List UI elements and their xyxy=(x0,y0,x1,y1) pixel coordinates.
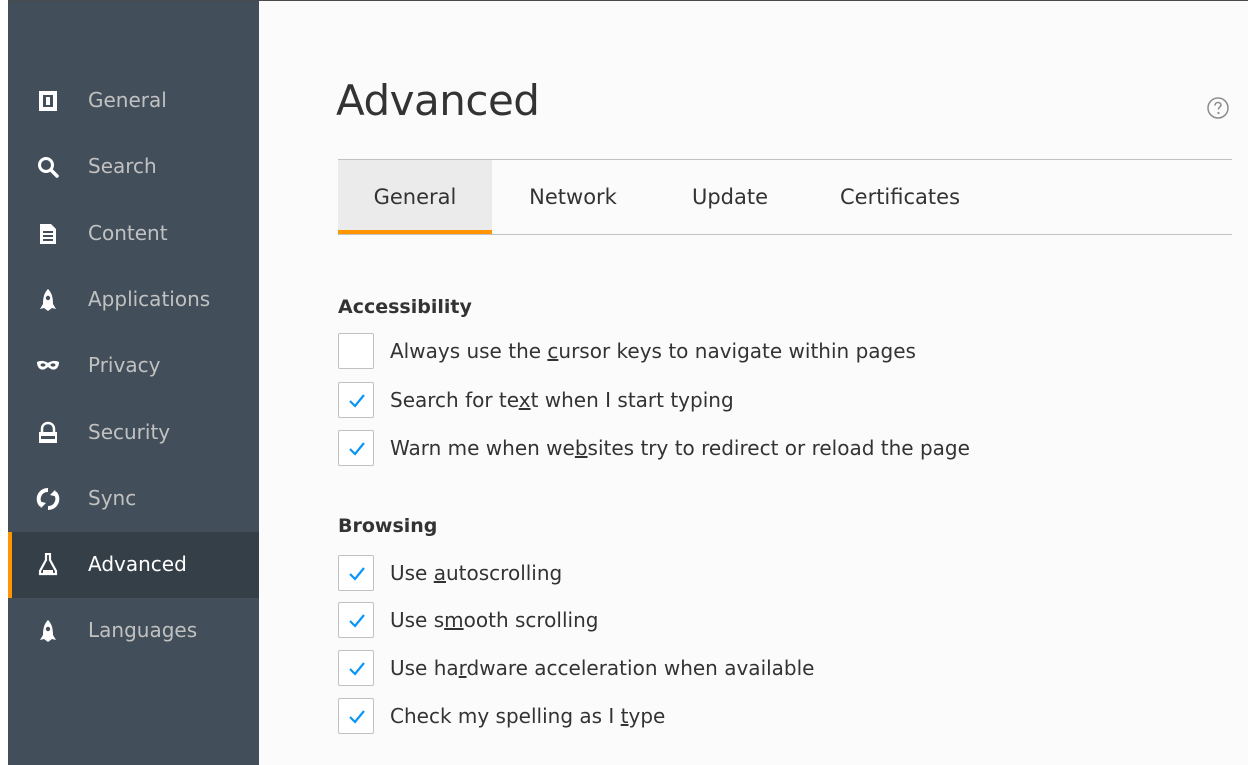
sidebar-item-label: Languages xyxy=(88,618,198,642)
checkbox-spell-check[interactable] xyxy=(338,698,374,734)
section-heading-browsing: Browsing xyxy=(338,515,438,537)
tab-label: Certificates xyxy=(839,185,961,209)
languages-icon xyxy=(40,620,56,642)
access-key: b xyxy=(574,436,588,460)
option-label-warn-redirect[interactable]: Warn me when websites try to redirect or… xyxy=(390,430,970,466)
checkmark-icon xyxy=(349,442,365,456)
sidebar-item-advanced[interactable]: Advanced xyxy=(8,532,259,598)
security-icon xyxy=(39,421,57,443)
option-label-hardware-acceleration[interactable]: Use hardware acceleration when available xyxy=(390,650,815,686)
label-text: Search for te xyxy=(390,388,519,412)
sidebar: General Search Content Applications Priv… xyxy=(8,1,259,765)
access-key: x xyxy=(518,388,531,412)
option-label-smooth-scrolling[interactable]: Use smooth scrolling xyxy=(390,602,598,638)
label-text: utoscrolling xyxy=(446,561,563,585)
label-text: Use xyxy=(390,561,434,585)
access-key: a xyxy=(433,561,446,585)
sidebar-item-label: Applications xyxy=(88,287,211,311)
label-text: dware acceleration when available xyxy=(466,656,815,680)
option-label-search-typing[interactable]: Search for text when I start typing xyxy=(390,382,734,418)
access-key: t xyxy=(620,704,629,728)
label-text: Check my spelling as I xyxy=(390,704,621,728)
advanced-icon xyxy=(38,553,58,576)
content-icon xyxy=(40,224,56,244)
sidebar-item-privacy[interactable]: Privacy xyxy=(8,333,259,399)
tab-certificates[interactable]: Certificates xyxy=(822,160,978,234)
checkbox-hardware-acceleration[interactable] xyxy=(338,650,374,686)
search-icon xyxy=(38,157,59,178)
sidebar-item-label: Sync xyxy=(88,486,137,510)
access-key: m xyxy=(444,608,464,632)
label-text: ype xyxy=(628,704,666,728)
tab-update[interactable]: Update xyxy=(672,160,788,234)
tab-label: General xyxy=(373,185,457,209)
sidebar-item-label: Advanced xyxy=(88,552,187,576)
checkmark-icon xyxy=(349,614,365,628)
label-text: ooth scrolling xyxy=(463,608,599,632)
access-key: c xyxy=(547,339,559,363)
sidebar-item-label: Search xyxy=(88,154,157,178)
checkbox-cursor-keys[interactable] xyxy=(338,333,374,369)
checkbox-autoscrolling[interactable] xyxy=(338,555,374,591)
tab-network[interactable]: Network xyxy=(510,160,636,234)
sidebar-item-label: Security xyxy=(88,420,171,444)
checkbox-smooth-scrolling[interactable] xyxy=(338,602,374,638)
option-label-spell-check[interactable]: Check my spelling as I type xyxy=(390,698,665,734)
page-title: Advanced xyxy=(336,76,540,125)
checkmark-icon xyxy=(349,394,365,408)
label-text: t when I start typing xyxy=(530,388,734,412)
help-icon[interactable] xyxy=(1206,96,1230,120)
checkmark-icon xyxy=(349,662,365,676)
label-text: ursor keys to navigate within pages xyxy=(558,339,916,363)
option-label-cursor-keys[interactable]: Always use the cursor keys to navigate w… xyxy=(390,333,916,369)
sidebar-item-label: Content xyxy=(88,221,168,245)
tab-label: Network xyxy=(529,185,617,209)
label-text: Use ha xyxy=(390,656,459,680)
option-label-autoscrolling[interactable]: Use autoscrolling xyxy=(390,555,562,591)
sidebar-item-content[interactable]: Content xyxy=(8,201,259,267)
sidebar-item-languages[interactable]: Languages xyxy=(8,598,259,664)
privacy-mask-icon xyxy=(37,360,59,370)
label-text: Always use the xyxy=(390,339,548,363)
tab-label: Update xyxy=(691,185,769,209)
access-key: r xyxy=(458,656,467,680)
sync-icon xyxy=(36,488,60,510)
tabs-divider xyxy=(338,234,1232,235)
window-frame-left xyxy=(0,0,8,765)
label-text: sites try to redirect or reload the page xyxy=(587,436,970,460)
section-heading-accessibility: Accessibility xyxy=(338,296,472,318)
checkmark-icon xyxy=(349,567,365,581)
general-icon xyxy=(39,91,57,111)
checkmark-icon xyxy=(349,710,365,724)
sidebar-item-applications[interactable]: Applications xyxy=(8,267,259,333)
checkbox-warn-redirect[interactable] xyxy=(338,430,374,466)
sidebar-item-security[interactable]: Security xyxy=(8,400,259,466)
checkbox-search-typing[interactable] xyxy=(338,382,374,418)
sidebar-item-general[interactable]: General xyxy=(8,68,259,134)
sidebar-item-search[interactable]: Search xyxy=(8,134,259,200)
label-text: Use s xyxy=(390,608,445,632)
sidebar-item-label: Privacy xyxy=(88,353,161,377)
applications-icon xyxy=(40,289,56,311)
label-text: Warn me when we xyxy=(390,436,575,460)
sidebar-item-sync[interactable]: Sync xyxy=(8,466,259,532)
tab-general[interactable]: General xyxy=(338,160,492,234)
sidebar-item-label: General xyxy=(88,88,167,112)
